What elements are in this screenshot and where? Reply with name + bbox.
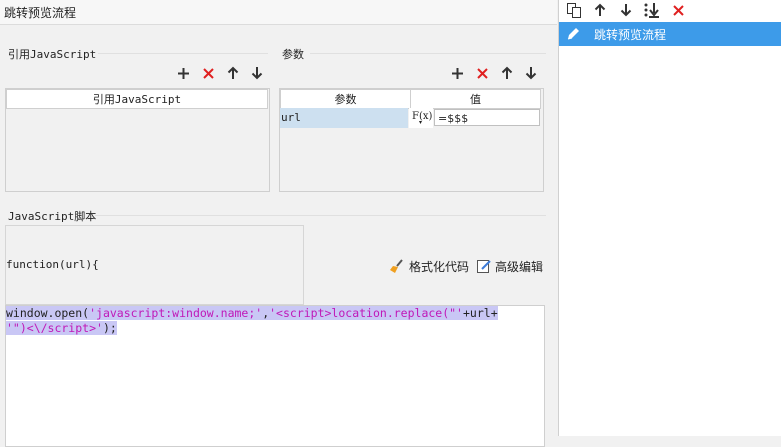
params-move-up-button[interactable] — [497, 64, 517, 82]
delete-button[interactable] — [668, 1, 688, 19]
params-delete-button[interactable] — [472, 64, 492, 82]
code-line-2: '")<\/script>'); — [6, 321, 117, 336]
sidebar: 跳转预览流程 — [558, 0, 781, 436]
title-bar: 跳转预览流程 — [0, 0, 557, 25]
arrow-down-icon — [251, 67, 263, 80]
param-value-input[interactable]: =$$$ — [434, 109, 540, 126]
params-section-label: 参数 — [282, 48, 304, 61]
sidebar-item-jump-preview[interactable]: 跳转预览流程 — [559, 22, 781, 46]
ref-js-move-up-button[interactable] — [223, 64, 243, 82]
code-line-1: window.open('javascript:window.name;','<… — [6, 306, 498, 321]
param-name-cell[interactable]: url — [280, 108, 408, 128]
broom-icon — [390, 259, 403, 273]
move-to-bottom-icon — [644, 3, 659, 18]
code-token: +url+ — [463, 306, 498, 320]
params-move-down-button[interactable] — [521, 64, 541, 82]
page-title: 跳转预览流程 — [4, 6, 77, 20]
delete-x-icon — [672, 4, 684, 16]
move-to-bottom-button[interactable] — [642, 1, 662, 19]
formula-button[interactable]: F(x) ▾ — [409, 108, 433, 128]
function-signature-box: function(url){ — [5, 225, 304, 305]
params-divider — [310, 53, 546, 54]
sidebar-item-label: 跳转预览流程 — [594, 28, 667, 42]
params-table: 参数 值 url F(x) ▾ =$$$ — [279, 88, 544, 192]
copy-icon — [567, 3, 581, 18]
delete-x-icon — [476, 67, 488, 79]
plus-icon — [177, 67, 189, 79]
chevron-down-icon: ▾ — [419, 119, 423, 126]
function-signature: function(url){ — [6, 258, 99, 271]
code-token: ); — [102, 321, 117, 335]
script-section-label: JavaScript脚本 — [8, 210, 97, 223]
params-add-button[interactable] — [447, 64, 467, 82]
params-column-header-name: 参数 — [280, 89, 411, 109]
arrow-up-icon — [227, 66, 239, 79]
plus-icon — [451, 67, 463, 79]
format-code-label: 格式化代码 — [409, 259, 470, 274]
formula-icon: F(x) — [412, 111, 433, 122]
ref-js-section-label: 引用JavaScript — [8, 48, 97, 61]
arrow-down-icon — [620, 4, 632, 17]
arrow-down-icon — [525, 67, 537, 80]
move-up-button[interactable] — [590, 1, 610, 19]
move-down-button[interactable] — [616, 1, 636, 19]
code-token: window.open( — [6, 306, 90, 320]
code-string: 'javascript:window.name;' — [89, 306, 263, 320]
copy-button[interactable] — [564, 1, 584, 19]
script-code-editor[interactable]: window.open('javascript:window.name;','<… — [5, 305, 545, 447]
ref-js-move-down-button[interactable] — [247, 64, 267, 82]
editor-area: 跳转预览流程 引用JavaScript 引用JavaScript 参数 参数 值… — [0, 0, 557, 447]
advanced-edit-button[interactable]: 高级编辑 — [476, 257, 543, 275]
ref-js-column-header: 引用JavaScript — [6, 89, 268, 109]
ref-js-divider — [98, 53, 268, 54]
sidebar-toolbar — [559, 0, 781, 21]
edit-document-icon — [477, 260, 491, 273]
arrow-up-icon — [501, 66, 513, 79]
advanced-edit-label: 高级编辑 — [495, 259, 544, 274]
table-row[interactable]: url F(x) ▾ =$$$ — [280, 108, 541, 128]
code-string: '")<\/script>' — [6, 321, 103, 335]
arrow-up-icon — [594, 3, 606, 16]
ref-js-list[interactable]: 引用JavaScript — [5, 88, 270, 192]
format-code-button[interactable]: 格式化代码 — [389, 257, 469, 275]
ref-js-add-button[interactable] — [173, 64, 193, 82]
params-column-header-value: 值 — [410, 89, 541, 109]
ref-js-delete-button[interactable] — [198, 64, 218, 82]
delete-x-icon — [202, 67, 214, 79]
pencil-icon — [567, 28, 579, 40]
script-divider — [95, 215, 546, 216]
code-string: '<script>location.replace("' — [269, 306, 463, 320]
